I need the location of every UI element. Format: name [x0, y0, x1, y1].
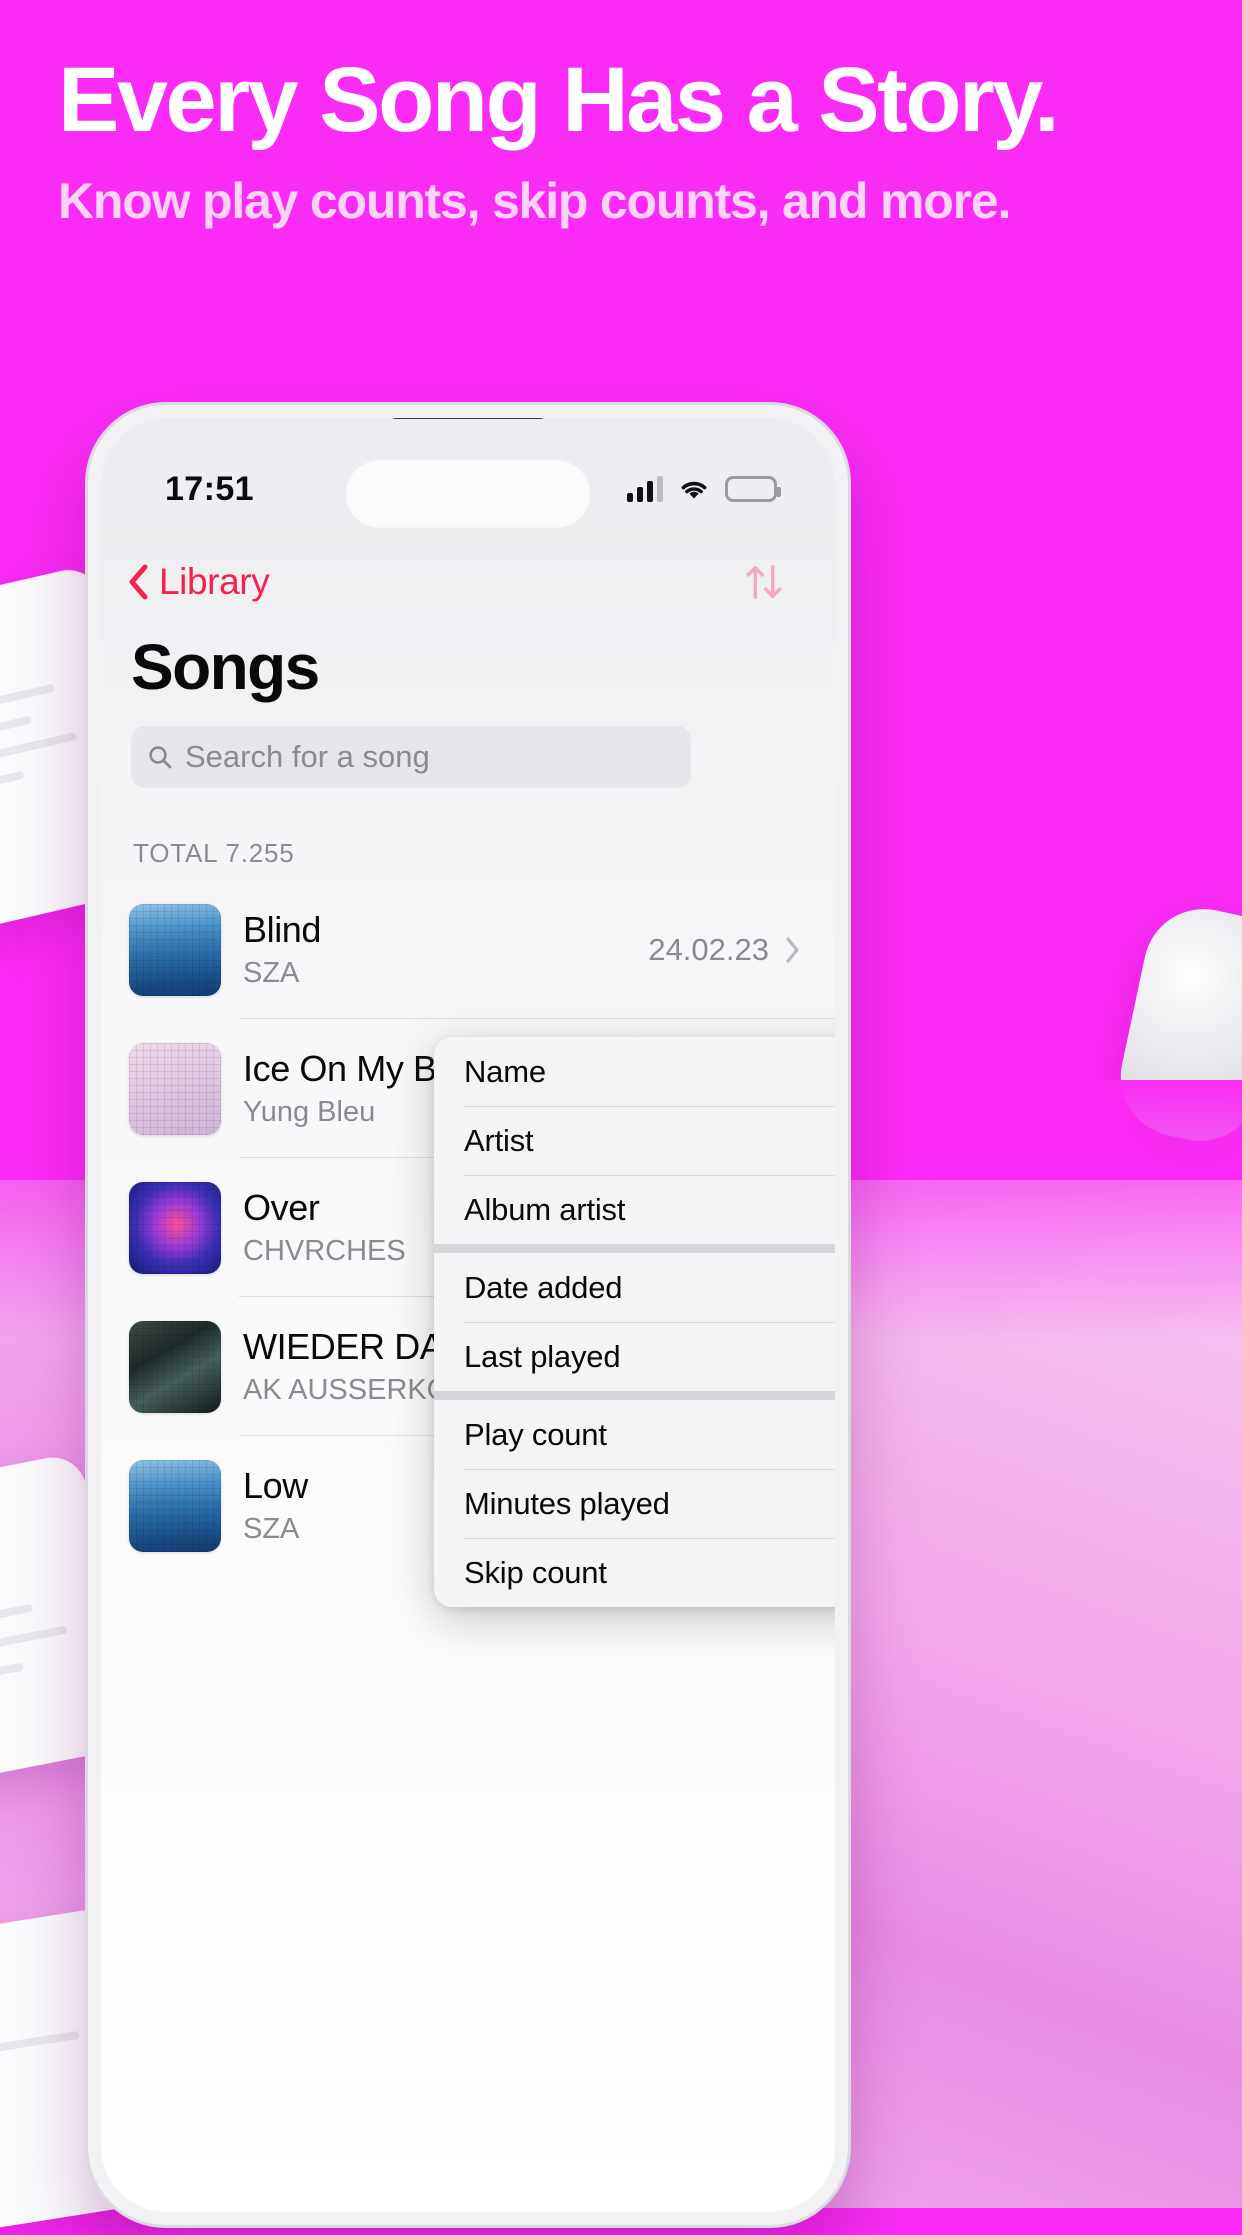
song-title: Blind	[243, 909, 322, 950]
menu-item-label: Album artist	[464, 1191, 626, 1227]
cellular-bars-icon	[627, 476, 663, 502]
wifi-icon	[678, 478, 710, 502]
phone-screen: 17:51 Library Songs Search for a song TO…	[101, 418, 835, 2212]
search-icon	[147, 744, 173, 770]
menu-group-separator	[434, 1244, 835, 1253]
menu-item-skip-count[interactable]: Skip count	[434, 1538, 835, 1607]
nav-bar: Library	[101, 546, 835, 618]
menu-group: Play count Minutes played Skip count	[434, 1400, 835, 1607]
status-bar: 17:51	[101, 456, 835, 528]
album-art	[129, 1181, 221, 1274]
promo-text-block: Every Song Has a Story. Know play counts…	[58, 49, 1182, 230]
menu-item-last-played[interactable]: Last played	[434, 1322, 835, 1391]
chevron-left-icon	[127, 564, 149, 600]
back-button-label: Library	[159, 561, 270, 602]
menu-item-minutes-played[interactable]: Minutes played	[434, 1469, 835, 1538]
menu-item-play-count[interactable]: Play count	[434, 1400, 835, 1469]
promo-subtitle: Know play counts, skip counts, and more.	[58, 173, 1011, 230]
song-artist: CHVRCHES	[243, 1235, 406, 1267]
promo-title: Every Song Has a Story.	[58, 49, 1060, 151]
menu-item-label: Last played	[464, 1338, 621, 1374]
song-meta: Low SZA	[243, 1465, 308, 1546]
menu-item-label: Minutes played	[464, 1485, 670, 1521]
song-artist: SZA	[243, 1513, 300, 1545]
menu-item-album-artist[interactable]: Album artist	[434, 1175, 835, 1244]
sort-menu[interactable]: Name Artist Album artist Date added Last pla…	[434, 1037, 835, 1607]
album-art	[129, 1042, 221, 1135]
menu-group: Name Artist Album artist	[434, 1037, 835, 1244]
status-icons	[627, 476, 781, 502]
battery-icon	[725, 476, 781, 502]
album-art	[129, 1459, 221, 1552]
back-button-library[interactable]: Library	[127, 561, 270, 603]
menu-group: Date added Last played	[434, 1253, 835, 1391]
total-count-label: TOTAL 7.255	[133, 838, 295, 868]
page-title: Songs	[131, 631, 320, 703]
menu-item-date-added[interactable]: Date added	[434, 1253, 835, 1322]
album-art	[129, 1320, 221, 1413]
search-input[interactable]: Search for a song	[131, 726, 691, 788]
menu-item-label: Artist	[464, 1122, 534, 1158]
menu-item-label: Name	[464, 1053, 546, 1089]
menu-item-label: Date added	[464, 1269, 623, 1305]
song-meta: Over CHVRCHES	[243, 1187, 406, 1268]
song-row[interactable]: Blind SZA 24.02.23	[129, 880, 835, 1019]
menu-item-label: Play count	[464, 1416, 607, 1452]
menu-item-label: Skip count	[464, 1554, 607, 1590]
chevron-right-icon	[785, 936, 801, 964]
song-artist: SZA	[243, 957, 300, 989]
phone-speaker	[388, 418, 548, 419]
song-date: 24.02.23	[648, 931, 769, 967]
status-time: 17:51	[165, 469, 254, 508]
song-title: Over	[243, 1187, 320, 1228]
song-row-right: 24.02.23	[648, 932, 835, 968]
phone-mockup: 17:51 Library Songs Search for a song TO…	[88, 405, 848, 2225]
song-title: Low	[243, 1465, 308, 1506]
menu-item-artist[interactable]: Artist	[434, 1106, 835, 1175]
search-placeholder: Search for a song	[185, 739, 430, 774]
sort-arrows-icon[interactable]	[737, 555, 791, 609]
song-meta: Blind SZA	[243, 909, 321, 990]
dynamic-island	[345, 460, 591, 528]
album-art	[129, 903, 221, 996]
menu-group-separator	[434, 1391, 835, 1400]
menu-item-name[interactable]: Name	[434, 1037, 835, 1106]
